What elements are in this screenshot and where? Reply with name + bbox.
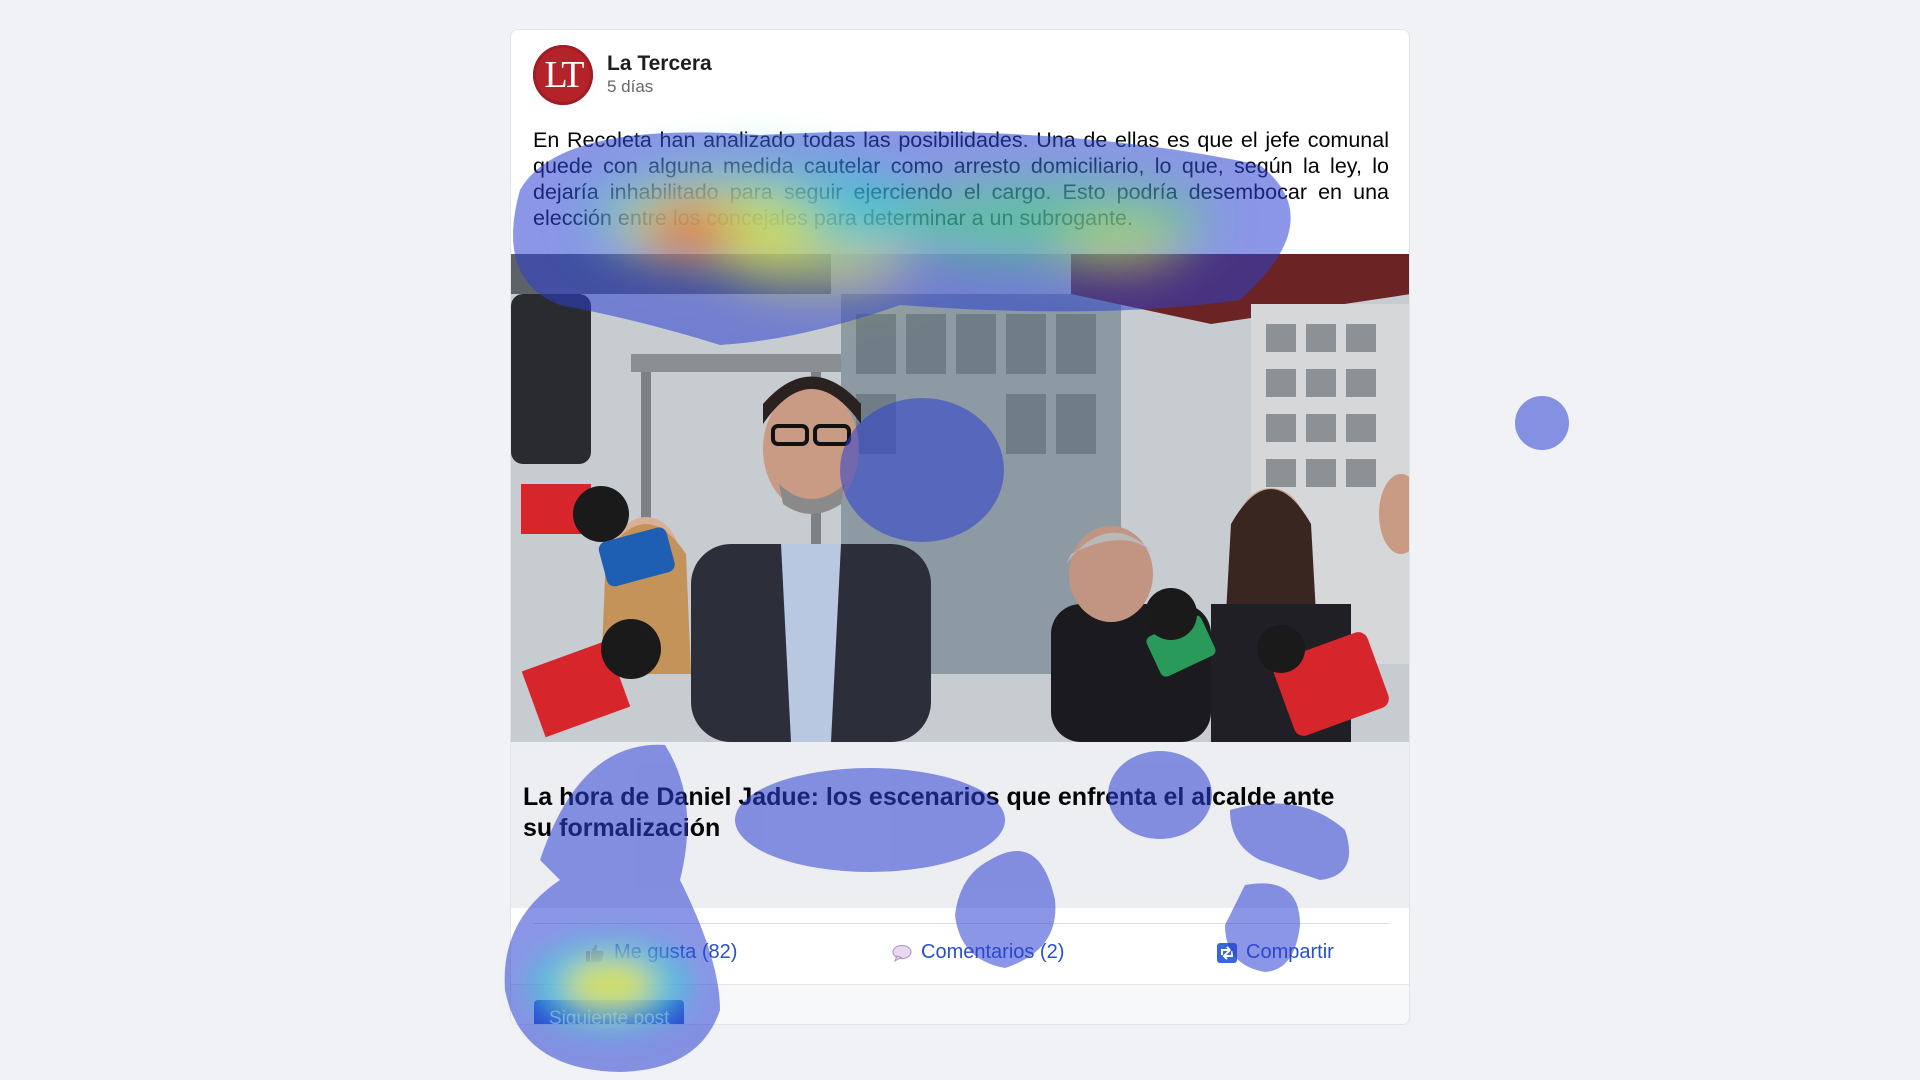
post-header: LT La Tercera 5 días bbox=[533, 45, 712, 105]
post-time[interactable]: 5 días bbox=[607, 76, 712, 98]
link-title[interactable]: La hora de Daniel Jadue: los escenarios … bbox=[523, 782, 1363, 844]
next-post-button[interactable]: Siguiente post bbox=[534, 1000, 685, 1024]
page-name[interactable]: La Tercera bbox=[607, 52, 712, 76]
post-image[interactable] bbox=[511, 254, 1409, 742]
like-button[interactable]: Me gusta (82) bbox=[584, 941, 737, 964]
link-preview[interactable]: La hora de Daniel Jadue: los escenarios … bbox=[511, 742, 1409, 908]
share-icon bbox=[1216, 942, 1238, 964]
news-photo-icon bbox=[511, 254, 1409, 742]
share-button[interactable]: Compartir bbox=[1216, 941, 1334, 964]
comment-label: Comentarios (2) bbox=[921, 941, 1065, 963]
divider bbox=[533, 923, 1389, 924]
avatar[interactable]: LT bbox=[533, 45, 593, 105]
thumbs-up-icon bbox=[584, 942, 606, 964]
comment-button[interactable]: Comentarios (2) bbox=[891, 941, 1064, 964]
page: LT La Tercera 5 días En Recoleta han ana… bbox=[0, 0, 1920, 1080]
action-bar: Me gusta (82) Comentarios (2) Compartir bbox=[511, 927, 1409, 983]
speech-bubble-icon bbox=[891, 942, 913, 964]
post-card: LT La Tercera 5 días En Recoleta han ana… bbox=[510, 29, 1410, 1025]
like-label: Me gusta (82) bbox=[614, 941, 738, 963]
post-text: En Recoleta han analizado todas las posi… bbox=[533, 128, 1389, 230]
post-meta: La Tercera 5 días bbox=[607, 52, 712, 98]
share-label: Compartir bbox=[1246, 941, 1334, 963]
